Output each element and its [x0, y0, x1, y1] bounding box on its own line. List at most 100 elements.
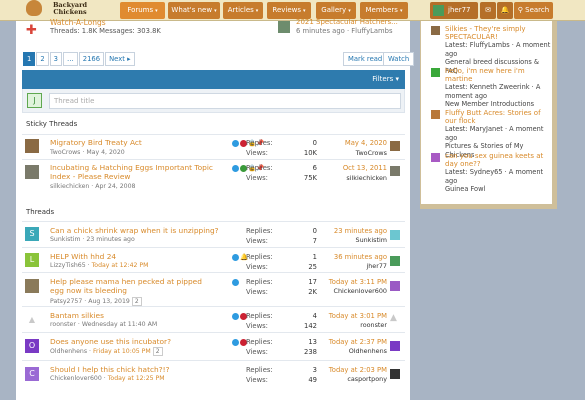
new-thread-row: J Thread title — [22, 89, 405, 113]
nav-tab-forums[interactable]: Forums ▾ — [120, 2, 165, 19]
thread-title[interactable]: Can a chick shrink wrap when it is unzip… — [50, 226, 225, 235]
sidebar-thread-title[interactable]: hello, i'm new here i'm martine — [445, 67, 551, 83]
thread-title[interactable]: Bantam silkies — [50, 311, 215, 320]
page-1-button[interactable]: 1 — [23, 52, 36, 66]
thread-author[interactable]: Sunkistim — [50, 236, 80, 243]
thread-title[interactable]: Should I help this chick hatch?!? — [50, 365, 215, 374]
replies-label: Replies: — [246, 164, 273, 172]
thread-date: Today at 12:42 PM — [91, 262, 149, 269]
inbox-icon[interactable]: ✉ — [480, 2, 496, 19]
sidebar-thread-latest: Latest: FluffyLambs · A moment ago — [445, 41, 551, 58]
forum-title[interactable]: Watch-A-Longs — [50, 18, 106, 27]
views-label: Views: — [246, 376, 268, 384]
chevron-down-icon[interactable]: ▾ — [400, 8, 403, 14]
nav-tab-members[interactable]: Members ▾ — [360, 2, 408, 19]
avatar[interactable] — [390, 341, 400, 351]
logo-chicken-icon[interactable] — [26, 0, 42, 16]
page-2-link[interactable]: 2 — [131, 297, 142, 306]
views-count: 49 — [308, 376, 317, 384]
watch-button[interactable]: Watch — [383, 52, 415, 66]
thread-author[interactable]: Patsy2757 — [50, 298, 82, 305]
views-label: Views: — [246, 263, 268, 271]
replies-count: 0 — [312, 227, 317, 235]
mark-read-button[interactable]: Mark read — [343, 52, 388, 66]
sidebar-thread-title[interactable]: Fluffy Butt Acres: Stories of our flock — [445, 109, 551, 125]
avatar[interactable] — [390, 166, 400, 176]
avatar[interactable]: ▲ — [25, 313, 39, 327]
thread-title[interactable]: Help please mama hen pecked at pipped eg… — [50, 277, 215, 295]
thread-author[interactable]: silkiechicken — [50, 183, 89, 190]
thread-title-input[interactable]: Thread title — [49, 93, 401, 109]
forum-plus-icon: ✚ — [26, 23, 37, 38]
avatar[interactable] — [25, 279, 39, 293]
views-count: 7 — [312, 237, 317, 245]
avatar[interactable] — [390, 369, 400, 379]
avatar[interactable]: S — [25, 227, 39, 241]
page-2-button[interactable]: 2 — [36, 52, 49, 66]
bell-icon[interactable]: 🔔 — [497, 2, 513, 19]
avatar[interactable] — [390, 230, 400, 240]
sidebar-thread-title[interactable]: can you sex guinea keets at day one?? — [445, 152, 551, 168]
avatar[interactable]: ▲ — [390, 313, 400, 323]
search-button[interactable]: ⚲ Search — [514, 2, 553, 19]
watched-icon — [232, 312, 239, 320]
thread-author[interactable]: Chickenlover600 — [50, 375, 102, 382]
avatar[interactable] — [390, 256, 400, 266]
thread-author[interactable]: Oldhenhens — [50, 348, 87, 355]
sidebar-thread-title[interactable]: Silkies - They're simply SPECTACULAR! — [445, 25, 551, 41]
thread-author[interactable]: LizzyTish65 — [50, 262, 86, 269]
page-ellipsis-button[interactable]: … — [62, 52, 78, 66]
page-2-link[interactable]: 2 — [152, 347, 163, 356]
sidebar-thread-forum[interactable]: Guinea Fowl — [445, 185, 551, 194]
avatar[interactable]: L — [25, 253, 39, 267]
avatar[interactable] — [390, 141, 400, 151]
views-count: 10K — [303, 149, 317, 157]
avatar[interactable]: C — [25, 367, 39, 381]
chevron-down-icon[interactable]: ▾ — [214, 8, 217, 14]
avatar[interactable] — [25, 139, 39, 153]
watched-icon — [232, 338, 239, 346]
forum-latest-meta: 6 minutes ago · FluffyLambs — [296, 27, 393, 35]
chevron-down-icon[interactable]: ▾ — [256, 8, 259, 14]
avatar[interactable] — [431, 26, 440, 35]
sidebar-thread-forum[interactable]: New Member Introductions — [445, 100, 551, 109]
avatar[interactable] — [25, 165, 39, 179]
thread-title[interactable]: Migratory Bird Treaty Act — [50, 138, 215, 147]
thread-date: Aug 13, 2019 — [88, 298, 130, 305]
search-button-label: Search — [525, 6, 550, 14]
filters-button[interactable]: Filters ▾ — [372, 75, 399, 83]
chevron-down-icon[interactable]: ▾ — [348, 8, 351, 14]
watched-icon — [232, 253, 239, 261]
thread-author[interactable]: TwoCrows — [50, 149, 80, 156]
views-label: Views: — [246, 348, 268, 356]
thread-date: 23 minutes ago — [86, 236, 135, 243]
site-logo[interactable]: Backyard Chickens — [52, 2, 88, 16]
user-menu[interactable]: jher77 — [430, 2, 478, 19]
thread-title[interactable]: Incubating & Hatching Eggs Important Top… — [50, 163, 215, 181]
views-label: Views: — [246, 174, 268, 182]
nav-tab-reviews[interactable]: Reviews ▾ — [267, 2, 311, 19]
nav-tab-articles[interactable]: Articles ▾ — [223, 2, 263, 19]
thread-author[interactable]: roonster — [50, 321, 76, 328]
table-row: Incubating & Hatching Eggs Important Top… — [22, 159, 405, 193]
thread-title[interactable]: HELP With hhd 24 — [50, 252, 215, 261]
thread-title[interactable]: Does anyone use this incubator? — [50, 337, 215, 346]
avatar[interactable] — [431, 153, 440, 162]
nav-tab-forums-label: Forums — [127, 6, 154, 14]
page-3-button[interactable]: 3 — [49, 52, 62, 66]
nav-tab-gallery[interactable]: Gallery ▾ — [316, 2, 356, 19]
avatar[interactable] — [431, 68, 440, 77]
chevron-down-icon[interactable]: ▾ — [303, 8, 306, 14]
watched-icon — [232, 164, 239, 172]
watched-icon — [232, 139, 239, 147]
page-last-button[interactable]: 2166 — [78, 52, 105, 66]
chevron-down-icon[interactable]: ▾ — [155, 8, 158, 14]
next-page-button[interactable]: Next ▸ — [105, 52, 135, 66]
avatar[interactable] — [390, 281, 400, 291]
nav-tab-whats-new[interactable]: What's new ▾ — [168, 2, 220, 19]
forum-latest-title[interactable]: 2021 Spectacular Hatchers... — [296, 18, 398, 26]
avatar[interactable] — [431, 110, 440, 119]
forum-latest-thumb[interactable] — [278, 21, 290, 33]
nav-tab-whats-new-label: What's new — [171, 6, 213, 14]
avatar[interactable]: O — [25, 339, 39, 353]
